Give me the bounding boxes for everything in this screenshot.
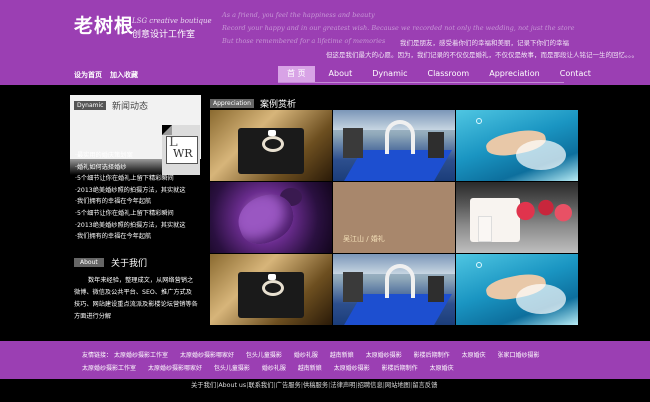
- gallery-photo-ring[interactable]: [210, 254, 332, 325]
- friend-link[interactable]: 包头儿童摄影: [214, 365, 250, 372]
- tagline-cn-1: 我们是朋友，感受着你们的幸福和美丽，记录下你们的幸福: [400, 39, 569, 47]
- news-item[interactable]: ·我们拥有的幸福在今年起航: [75, 231, 203, 243]
- photo-guests: [343, 128, 363, 158]
- news-item[interactable]: ·婚礼如何选择婚纱: [75, 162, 203, 174]
- gallery-photo-wedding[interactable]: [333, 110, 455, 181]
- friend-link[interactable]: 张家口婚纱摄影: [498, 352, 540, 359]
- gallery-photo-ring[interactable]: [210, 110, 332, 181]
- about-text: 数年来经验，整理成文，从网络营销之微博、微信及公共平台、SEO、推广方式及技巧、…: [74, 277, 198, 320]
- ring-shape: [262, 136, 284, 152]
- friend-link[interactable]: 太原婚纱摄影: [366, 352, 402, 359]
- logo[interactable]: 老树根 LSG creative boutique 创意设计工作室: [74, 15, 212, 40]
- gallery-photo-underwater[interactable]: [456, 110, 578, 181]
- nav-divider: [278, 82, 564, 83]
- news-item[interactable]: ·我们拥有的幸福在今年起航: [75, 196, 203, 208]
- tagline-cn-2: 但这是我们最大的心愿。因为，我们记录的不仅仅是婚礼，不仅仅是故事，而是那段让人铭…: [326, 51, 638, 59]
- photo-glass: [478, 216, 492, 242]
- photo-bubble: [476, 262, 482, 268]
- add-favorite-link[interactable]: 加入收藏: [110, 70, 138, 80]
- bottom-link-feedback[interactable]: 留言反馈: [412, 382, 437, 389]
- friend-link[interactable]: 越南新娘: [330, 352, 354, 359]
- friend-link[interactable]: 太原婚纱摄影工作室: [114, 352, 168, 359]
- main-nav: 首 页 About Dynamic Classroom Appreciation…: [278, 66, 605, 82]
- photo-dress: [516, 284, 566, 314]
- bottom-link-legal[interactable]: 法律声明: [330, 382, 355, 389]
- bottom-link-contact[interactable]: 联系我们: [248, 382, 273, 389]
- photo-dress: [516, 140, 566, 170]
- ring-stone: [268, 130, 276, 136]
- friend-link[interactable]: 太原婚纱摄影: [334, 365, 370, 372]
- news-item[interactable]: ·2013绝美婚纱照的拍摄方法，其实就这: [75, 220, 203, 232]
- logo-main-text: 老树根: [74, 15, 135, 37]
- logo-sub-text: 创意设计工作室: [132, 30, 196, 40]
- set-homepage-link[interactable]: 设为首页: [74, 70, 102, 80]
- tagline-en-1: As a friend, you feel the happiness and …: [222, 11, 375, 19]
- header: 老树根 LSG creative boutique 创意设计工作室 As a f…: [0, 0, 650, 85]
- nav-classroom[interactable]: Classroom: [421, 66, 475, 82]
- gallery-photo-flower[interactable]: [210, 182, 332, 253]
- friend-link[interactable]: 太原婚纱摄影工作室: [82, 365, 136, 372]
- nav-contact[interactable]: Contact: [554, 66, 597, 82]
- caption-category: 婚礼: [370, 235, 385, 243]
- photo-guests: [428, 276, 444, 302]
- friend-link[interactable]: 影楼后期制作: [414, 352, 450, 359]
- photo-bubble: [476, 118, 482, 124]
- ring-shape: [262, 280, 284, 296]
- gallery-photo-wedding[interactable]: [333, 254, 455, 325]
- news-item[interactable]: ·最实用的婚庆策划案: [75, 150, 203, 162]
- friend-link[interactable]: 婚纱礼服: [262, 365, 286, 372]
- friend-link[interactable]: 包头儿童摄影: [246, 352, 282, 359]
- bottom-link-submissions[interactable]: 供稿服务: [303, 382, 328, 389]
- caption-separator: /: [364, 235, 371, 243]
- photo-arch: [385, 264, 415, 298]
- news-tag: Dynamic: [74, 101, 107, 110]
- news-title[interactable]: 新闻动态: [112, 99, 148, 112]
- gallery-caption-tile[interactable]: 吴江山 / 婚礼: [333, 182, 455, 253]
- tagline-en-2: Record your happy and in our greatest wi…: [222, 24, 575, 32]
- friend-link[interactable]: 太原婚纱摄影哪家好: [180, 352, 234, 359]
- nav-appreciation[interactable]: Appreciation: [483, 66, 546, 82]
- photo-guests: [428, 132, 444, 158]
- news-item[interactable]: ·5个细节让你在婚礼上留下精彩瞬间: [75, 208, 203, 220]
- news-item[interactable]: ·5个细节让你在婚礼上留下精彩瞬间: [75, 173, 203, 185]
- news-list: ·最实用的婚庆策划案 ·婚礼如何选择婚纱 ·5个细节让你在婚礼上留下精彩瞬间 ·…: [75, 150, 203, 243]
- gallery-photo-underwater[interactable]: [456, 254, 578, 325]
- news-item[interactable]: ·2013绝美婚纱照的拍摄方法，其实就这: [75, 185, 203, 197]
- about-title[interactable]: 关于我们: [111, 256, 147, 269]
- friend-link[interactable]: 太原婚纱摄影哪家好: [148, 365, 202, 372]
- photo-guests: [343, 272, 363, 302]
- nav-home[interactable]: 首 页: [278, 66, 315, 82]
- friend-links-row-2: 太原婚纱摄影工作室 太原婚纱摄影哪家好 包头儿童摄影 婚纱礼服 越南新娘 太原婚…: [82, 363, 464, 372]
- bottom-link-about-en[interactable]: About us: [218, 382, 246, 389]
- nav-about[interactable]: About: [323, 66, 359, 82]
- photo-flowers: [514, 194, 572, 228]
- logo-english-text: LSG creative boutique: [132, 17, 212, 25]
- bottom-link-ads[interactable]: 广告服务: [276, 382, 301, 389]
- tagline-en-3: But those remembered for a lifetime of m…: [222, 37, 386, 45]
- case-gallery: 吴江山 / 婚礼: [210, 110, 578, 325]
- about-tag: About: [74, 258, 104, 267]
- gallery-caption: 吴江山 / 婚礼: [343, 234, 385, 244]
- nav-dynamic[interactable]: Dynamic: [366, 66, 413, 82]
- friend-link[interactable]: 太原婚庆: [462, 352, 486, 359]
- bottom-link-about-cn[interactable]: 关于我们: [191, 382, 216, 389]
- photo-arch: [385, 120, 415, 154]
- friend-links-footer: 友情链接： 太原婚纱摄影工作室 太原婚纱摄影哪家好 包头儿童摄影 婚纱礼服 越南新…: [0, 341, 650, 379]
- friend-link[interactable]: 太原婚庆: [430, 365, 454, 372]
- bottom-link-sitemap[interactable]: 网站地图: [385, 382, 410, 389]
- ring-stone: [268, 274, 276, 280]
- appreciation-tag: Appreciation: [210, 99, 254, 108]
- caption-name: 吴江山: [343, 235, 364, 243]
- friend-link[interactable]: 越南新娘: [298, 365, 322, 372]
- friend-links-row-1: 友情链接： 太原婚纱摄影工作室 太原婚纱摄影哪家好 包头儿童摄影 婚纱礼服 越南新…: [82, 350, 550, 359]
- bottom-link-jobs[interactable]: 招聘信息: [358, 382, 383, 389]
- friend-links-label: 友情链接：: [82, 352, 113, 359]
- bottom-links: 关于我们|About us|联系我们|广告服务|供稿服务|法律声明|招聘信息|网…: [191, 380, 437, 389]
- friend-link[interactable]: 婚纱礼服: [294, 352, 318, 359]
- friend-link[interactable]: 影楼后期制作: [382, 365, 418, 372]
- appreciation-title[interactable]: 案例赏析: [260, 97, 296, 110]
- gallery-photo-cake[interactable]: [456, 182, 578, 253]
